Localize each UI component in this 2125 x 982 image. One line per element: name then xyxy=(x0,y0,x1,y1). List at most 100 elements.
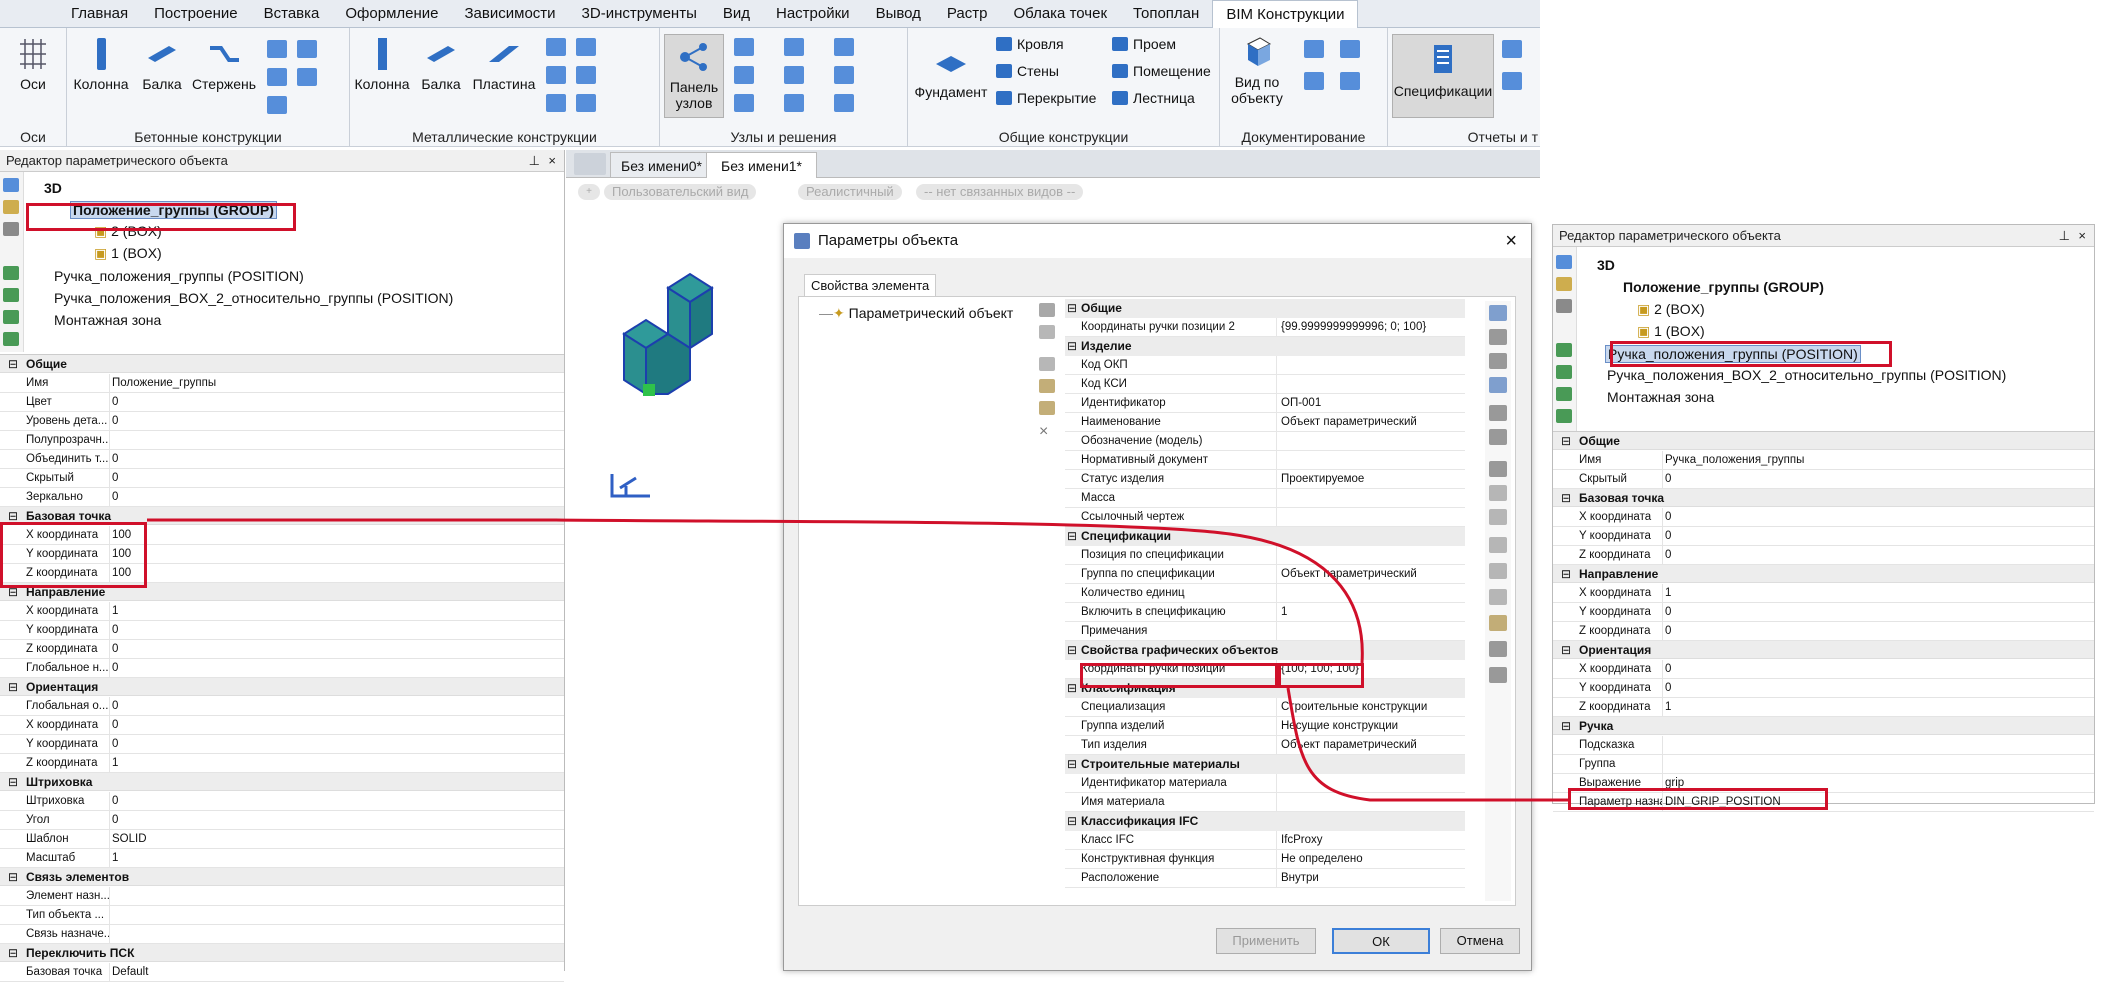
property-value[interactable]: 0 xyxy=(1665,508,1671,527)
property-row[interactable]: Код ОКП xyxy=(1065,356,1465,375)
category-header[interactable]: Строительные материалы xyxy=(1065,755,1465,774)
property-row[interactable]: X координата 0 xyxy=(1553,508,2094,527)
category-header[interactable]: Штриховка xyxy=(0,773,564,791)
property-row[interactable]: Класс IFC IfcProxy xyxy=(1065,831,1465,850)
property-row[interactable]: Статус изделия Проектируемое xyxy=(1065,470,1465,489)
tree-tool-icon[interactable] xyxy=(1556,343,1572,357)
property-value[interactable]: Default xyxy=(112,963,148,982)
grid-tool-icon[interactable] xyxy=(1489,405,1507,421)
property-value[interactable]: 0 xyxy=(1665,660,1671,679)
stairs-button[interactable]: Лестница xyxy=(1112,90,1195,106)
property-row[interactable]: Включить в спецификацию 1 xyxy=(1065,603,1465,622)
property-row[interactable]: Код КСИ xyxy=(1065,375,1465,394)
ribbon-tab[interactable]: Облака точек xyxy=(1000,0,1120,28)
dialog-tool-icon[interactable] xyxy=(1039,325,1055,339)
ribbon-tab[interactable]: Вид xyxy=(710,0,763,28)
view-by-object-button[interactable]: Вид по объекту xyxy=(1224,34,1290,106)
property-value[interactable]: 0 xyxy=(112,792,118,811)
property-row[interactable]: Имя материала xyxy=(1065,793,1465,812)
property-row[interactable]: Координаты ручки позиции 2 {99.9999999999… xyxy=(1065,318,1465,337)
property-row[interactable]: Угол 0 xyxy=(0,811,564,830)
ribbon-tab[interactable]: Настройки xyxy=(763,0,863,28)
concrete-tool-icon[interactable] xyxy=(297,68,317,86)
grip-marker[interactable] xyxy=(643,384,655,396)
property-row[interactable]: Количество единиц xyxy=(1065,584,1465,603)
category-header[interactable]: Переключить ПСК xyxy=(0,944,564,962)
property-value[interactable]: 0 xyxy=(112,697,118,716)
property-row[interactable]: Конструктивная функция Не определено xyxy=(1065,850,1465,869)
property-value[interactable]: 0 xyxy=(1665,470,1671,489)
grid-tool-icon[interactable] xyxy=(1489,509,1507,525)
property-row[interactable]: Скрытый 0 xyxy=(1553,470,2094,489)
tree-node-box1[interactable]: ▣ 1 (BOX) xyxy=(1637,323,1705,340)
grid-tool-icon[interactable] xyxy=(1489,563,1507,579)
property-row[interactable]: Примечания xyxy=(1065,622,1465,641)
property-row[interactable]: Полупрозрачн... xyxy=(0,431,564,450)
property-row[interactable]: Z координата 0 xyxy=(1553,546,2094,565)
pin-icon[interactable]: ⊥ xyxy=(529,150,540,172)
ribbon-tab[interactable]: Оформление xyxy=(332,0,451,28)
ribbon-tab[interactable]: Вставка xyxy=(251,0,333,28)
property-value[interactable]: 1 xyxy=(1665,698,1671,717)
property-value[interactable]: 0 xyxy=(112,450,118,469)
property-value[interactable]: 0 xyxy=(1665,622,1671,641)
property-row[interactable]: Идентификатор материала xyxy=(1065,774,1465,793)
ribbon-tab[interactable]: Растр xyxy=(934,0,1001,28)
category-header[interactable]: Классификация IFC xyxy=(1065,812,1465,831)
property-row[interactable]: Уровень дета... 0 xyxy=(0,412,564,431)
tree-tool-icon[interactable] xyxy=(3,332,19,346)
cancel-button[interactable]: Отмена xyxy=(1440,928,1520,954)
metal-tool-icon[interactable] xyxy=(576,66,596,84)
roof-button[interactable]: Кровля xyxy=(996,36,1064,52)
nodes-tool-icon[interactable] xyxy=(784,66,804,84)
tree-node-3d[interactable]: 3D xyxy=(44,180,62,196)
property-value[interactable]: Объект параметрический xyxy=(1281,565,1417,584)
reports-tool-icon[interactable] xyxy=(1502,40,1522,58)
metal-tool-icon[interactable] xyxy=(576,38,596,56)
property-row[interactable]: X координата 1 xyxy=(0,602,564,621)
property-value[interactable]: 0 xyxy=(112,716,118,735)
grid-tool-icon[interactable] xyxy=(1489,485,1507,501)
category-header[interactable]: Изделие xyxy=(1065,337,1465,356)
nodes-tool-icon[interactable] xyxy=(834,66,854,84)
metal-tool-icon[interactable] xyxy=(576,94,596,112)
doc-tab-1[interactable]: Без имени0* xyxy=(610,152,713,178)
property-row[interactable]: Цвет 0 xyxy=(0,393,564,412)
category-header[interactable]: Ручка xyxy=(1553,717,2094,735)
tree-tool-icon[interactable] xyxy=(1556,409,1572,423)
concrete-beam-button[interactable]: Балка xyxy=(137,36,187,92)
dialog-close-icon[interactable]: × xyxy=(1505,224,1517,258)
ok-button[interactable]: ОК xyxy=(1332,928,1430,954)
property-row[interactable]: Обозначение (модель) xyxy=(1065,432,1465,451)
category-header[interactable]: Свойства графических объектов xyxy=(1065,641,1465,660)
nodes-tool-icon[interactable] xyxy=(734,94,754,112)
tree-tool-icon[interactable] xyxy=(3,288,19,302)
foundation-button[interactable]: Фундамент xyxy=(912,44,990,100)
property-row[interactable]: Z координата 1 xyxy=(1553,698,2094,717)
tree-node-grip-box2[interactable]: Ручка_положения_BOX_2_относительно_групп… xyxy=(1607,367,2006,383)
ribbon-tab[interactable]: BIM Конструкции xyxy=(1212,0,1359,28)
dialog-tree-item[interactable]: —✦ Параметрический объект xyxy=(819,305,1013,322)
nodes-tool-icon[interactable] xyxy=(734,38,754,56)
property-value[interactable]: 0 xyxy=(112,735,118,754)
reports-tool-icon[interactable] xyxy=(1502,72,1522,90)
property-row[interactable]: Элемент назн... xyxy=(0,887,564,906)
ribbon-tab[interactable]: Топоплан xyxy=(1120,0,1212,28)
metal-tool-icon[interactable] xyxy=(546,66,566,84)
property-row[interactable]: Позиция по спецификации xyxy=(1065,546,1465,565)
grid-tool-icon[interactable] xyxy=(1489,589,1507,605)
filter-icon[interactable] xyxy=(1489,353,1507,369)
tree-node-grip-group[interactable]: Ручка_положения_группы (POSITION) xyxy=(54,268,304,284)
property-value[interactable]: Не определено xyxy=(1281,850,1363,869)
property-row[interactable]: Y координата 0 xyxy=(1553,527,2094,546)
docs-tool-icon[interactable] xyxy=(1304,40,1324,58)
concrete-tool-icon[interactable] xyxy=(267,40,287,58)
concrete-tool-icon[interactable] xyxy=(267,68,287,86)
axes-button[interactable]: Оси xyxy=(8,36,58,92)
nodes-tool-icon[interactable] xyxy=(734,66,754,84)
pin-icon[interactable]: ⊥ xyxy=(2059,225,2070,247)
property-row[interactable]: Глобальное н... 0 xyxy=(0,659,564,678)
property-row[interactable]: Идентификатор ОП-001 xyxy=(1065,394,1465,413)
sort-icon[interactable] xyxy=(1489,329,1507,345)
tree-tool-icon[interactable] xyxy=(1556,387,1572,401)
